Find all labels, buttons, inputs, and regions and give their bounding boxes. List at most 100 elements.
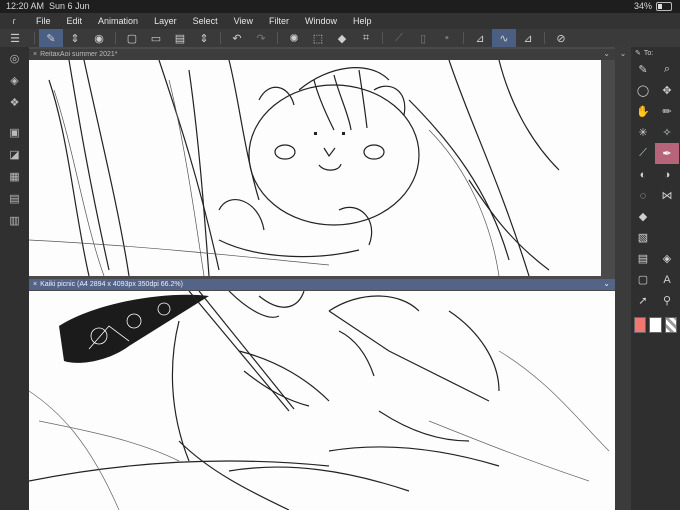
transform-icon[interactable]: ⬚: [306, 29, 330, 47]
battery-percent: 34%: [633, 1, 652, 11]
canvas-kaiki[interactable]: [29, 291, 615, 510]
close-tab-icon[interactable]: ×: [29, 281, 40, 288]
lasso-icon[interactable]: ◯: [631, 80, 655, 101]
layers-icon[interactable]: ◈: [0, 69, 29, 91]
fx-icon[interactable]: ⋈: [655, 185, 679, 206]
chevron-down-icon[interactable]: ⌄: [615, 49, 631, 58]
move-icon[interactable]: ✥: [655, 80, 679, 101]
crop-icon[interactable]: ⌗: [354, 29, 378, 47]
divider: [463, 32, 464, 44]
rectangle-icon[interactable]: ▯: [411, 29, 435, 47]
frame-icon[interactable]: ▤: [631, 248, 655, 269]
pencil-icon[interactable]: ✏: [655, 101, 679, 122]
sketch-bear-hug: [29, 60, 560, 276]
undo-icon[interactable]: ↶: [225, 29, 249, 47]
menu-window[interactable]: Window: [297, 16, 345, 26]
tool-panel-title: To:: [643, 49, 654, 57]
chevron-down-icon[interactable]: ⌄: [603, 279, 610, 288]
text-icon[interactable]: A: [655, 269, 679, 290]
divider: [277, 32, 278, 44]
menu-view[interactable]: View: [226, 16, 261, 26]
pen-icon[interactable]: ✎: [631, 59, 655, 80]
color-swatches: [631, 311, 680, 339]
canvas-scroll-strip: ⌄: [615, 47, 631, 510]
divider: [544, 32, 545, 44]
share-icon[interactable]: ⊘: [549, 29, 573, 47]
square-icon[interactable]: ▢: [631, 269, 655, 290]
hand-icon[interactable]: ✋: [631, 101, 655, 122]
document-title: Kaiki picnic (A4 2894 x 4093px 350dpi 66…: [40, 281, 183, 288]
menu-select[interactable]: Select: [185, 16, 226, 26]
camera-icon[interactable]: ▣: [0, 121, 29, 143]
square-icon[interactable]: ▪: [435, 29, 459, 47]
navigator-icon[interactable]: ◎: [0, 47, 29, 69]
status-left: 12:20 AM Sun 6 Jun: [6, 1, 90, 11]
divider: [382, 32, 383, 44]
main-color-swatch[interactable]: [634, 317, 647, 333]
eraser-icon[interactable]: ◆: [631, 206, 655, 227]
menu-layer[interactable]: Layer: [146, 16, 185, 26]
tool-panel: ✎ To: ✎ ⌕ ◯ ✥ ✋ ✏ ✳ ✧ ⟋ ✒ ◐ ◑ ◌ ⋈ ◆ ▧ ▤ …: [631, 47, 680, 510]
fill-bucket-icon[interactable]: ◈: [655, 248, 679, 269]
blank-icon: [655, 206, 679, 227]
calculator-icon[interactable]: ▥: [0, 209, 29, 231]
arrow-icon[interactable]: ➚: [631, 290, 655, 311]
sketch-picnic: [29, 291, 610, 510]
menu-animation[interactable]: Animation: [90, 16, 146, 26]
sub-color-swatch[interactable]: [649, 317, 662, 333]
save-icon[interactable]: ▤: [168, 29, 192, 47]
curve-icon[interactable]: ⊿: [516, 29, 540, 47]
ruler-icon[interactable]: ⟋: [387, 29, 411, 47]
grid-icon[interactable]: ▦: [0, 165, 29, 187]
fill-icon[interactable]: ◉: [87, 29, 111, 47]
status-bar: 12:20 AM Sun 6 Jun 34%: [0, 0, 680, 13]
lasso-select-icon[interactable]: ◌: [631, 185, 655, 206]
sparkle-icon[interactable]: ✧: [655, 122, 679, 143]
menu-filter[interactable]: Filter: [261, 16, 297, 26]
battery-icon: [656, 1, 672, 11]
materials-icon[interactable]: ◪: [0, 143, 29, 165]
menu-help[interactable]: Help: [345, 16, 380, 26]
eyedropper-icon[interactable]: ⟋: [631, 143, 655, 164]
pen-tool-icon[interactable]: ✎: [39, 29, 63, 47]
tool-panel-icon: ✎: [635, 50, 641, 57]
clip-studio-logo[interactable]: ɾ: [0, 16, 28, 26]
line-icon[interactable]: ⊿: [468, 29, 492, 47]
status-right: 34%: [634, 1, 672, 11]
menu-file[interactable]: File: [28, 16, 59, 26]
document-tab-kaiki[interactable]: × Kaiki picnic (A4 2894 x 4093px 350dpi …: [29, 279, 615, 290]
fill-bucket-icon[interactable]: ◆: [330, 29, 354, 47]
redo-icon[interactable]: ↷: [249, 29, 273, 47]
document-tab-reitaxaoi[interactable]: × ReitaxAoi summer 2021* ⌄: [29, 49, 615, 60]
status-date: Sun 6 Jun: [49, 1, 90, 11]
close-tab-icon[interactable]: ×: [29, 51, 40, 58]
lock-icon[interactable]: ⚲: [655, 290, 679, 311]
document-title: ReitaxAoi summer 2021*: [40, 51, 118, 58]
search-icon[interactable]: ⌕: [655, 59, 679, 80]
new-icon[interactable]: ▢: [120, 29, 144, 47]
battery-fill: [658, 3, 663, 9]
tool-panel-header: ✎ To:: [631, 47, 680, 59]
brush-icon[interactable]: ✒: [655, 143, 679, 164]
stepper-icon[interactable]: ⇕: [192, 29, 216, 47]
transparent-color-swatch[interactable]: [664, 317, 677, 333]
menu-icon[interactable]: ☰: [0, 29, 30, 47]
gradient-icon[interactable]: ▧: [631, 227, 655, 248]
open-icon[interactable]: ▭: [144, 29, 168, 47]
magic-wand-icon[interactable]: ✳: [631, 122, 655, 143]
fill-icon[interactable]: ◐: [631, 164, 655, 185]
status-time: 12:20 AM: [6, 1, 45, 11]
left-panel-bar: ◎ ◈ ❖ ▣ ◪ ▦ ▤ ▥: [0, 47, 29, 510]
stepper-icon[interactable]: ⇕: [63, 29, 87, 47]
blend-icon[interactable]: ◑: [655, 164, 679, 185]
blank-icon: [655, 227, 679, 248]
loading-icon[interactable]: ✺: [282, 29, 306, 47]
canvas-reitaxaoi[interactable]: [29, 60, 601, 276]
tool-grid: ✎ ⌕ ◯ ✥ ✋ ✏ ✳ ✧ ⟋ ✒ ◐ ◑ ◌ ⋈ ◆ ▧ ▤ ◈ ▢ A …: [631, 59, 680, 311]
divider: [220, 32, 221, 44]
timeline-icon[interactable]: ▤: [0, 187, 29, 209]
menu-edit[interactable]: Edit: [59, 16, 91, 26]
smooth-line-icon[interactable]: ∿: [492, 29, 516, 47]
layer-stack-icon[interactable]: ❖: [0, 91, 29, 113]
chevron-down-icon[interactable]: ⌄: [603, 49, 610, 58]
